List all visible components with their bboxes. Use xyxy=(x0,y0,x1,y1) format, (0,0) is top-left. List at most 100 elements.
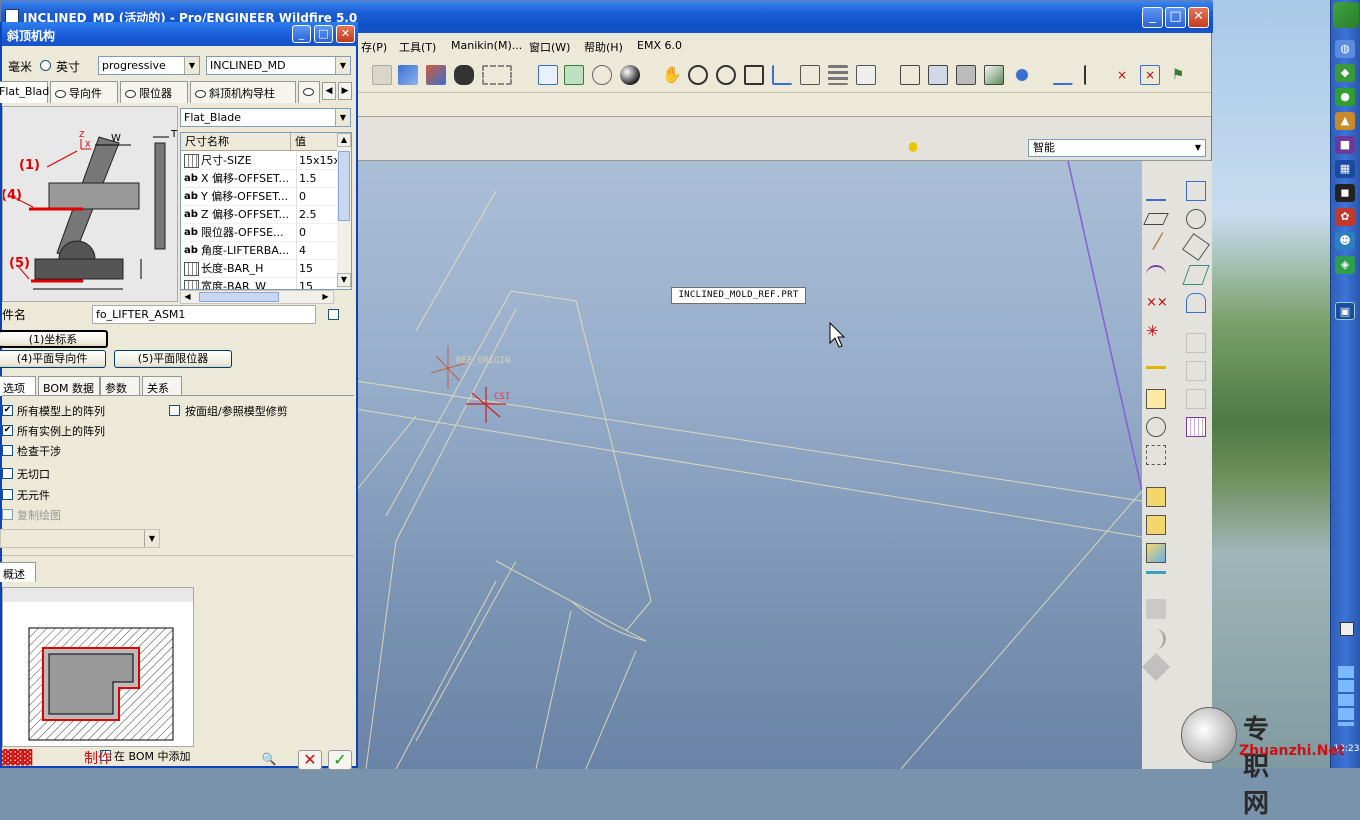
cancel-button[interactable]: ✕ xyxy=(298,750,322,770)
rib-icon[interactable] xyxy=(1146,543,1166,563)
zoom-in-icon[interactable] xyxy=(688,65,708,85)
intersect-icon[interactable] xyxy=(1186,333,1206,353)
unit-mm-label[interactable]: 毫米 xyxy=(8,58,32,75)
zoom-out-icon[interactable] xyxy=(716,65,736,85)
hscroll-thumb[interactable] xyxy=(199,292,279,302)
tab-scroll-right-button[interactable]: ▶ xyxy=(338,82,352,100)
unit-inch-label[interactable]: 英寸 xyxy=(56,58,80,75)
tray-mini-icons[interactable] xyxy=(1338,666,1354,726)
shading-sphere-icon[interactable] xyxy=(620,65,640,85)
dialog-maximize-button[interactable]: □ xyxy=(314,25,333,43)
param-value[interactable]: 0 xyxy=(296,188,338,206)
tab-flat-blade[interactable]: Flat_Blade xyxy=(0,81,56,103)
param-value[interactable]: 15 xyxy=(296,260,338,278)
option-checkbox[interactable] xyxy=(2,509,13,520)
menu-item-manikin[interactable]: Manikin(M)... xyxy=(451,39,522,52)
merge-icon[interactable] xyxy=(1186,209,1206,229)
csys-tool-icon[interactable]: ✳ xyxy=(1146,321,1166,341)
subtab-params[interactable]: 参数 xyxy=(100,376,140,396)
plane-limiter-button[interactable]: (5)平面限位器 xyxy=(114,350,232,368)
keyboard-icon[interactable] xyxy=(1340,622,1354,636)
task-proe-button[interactable]: ▣ xyxy=(1335,302,1355,320)
tab-scroll-left-button[interactable]: ◀ xyxy=(322,82,336,100)
model-name-tag[interactable]: INCLINED_MOLD_REF.PRT xyxy=(671,287,806,304)
table-row[interactable]: 尺寸-SIZE 15x15x xyxy=(181,152,339,170)
preview-icon[interactable]: 🔍 xyxy=(258,752,280,768)
mirror-icon[interactable] xyxy=(1141,652,1171,682)
tray-icon-1[interactable]: ◍ xyxy=(1335,40,1355,58)
dialog-minimize-button[interactable]: _ xyxy=(292,25,311,43)
minimize-button[interactable]: _ xyxy=(1142,7,1163,28)
tray-icon-9[interactable]: ◈ xyxy=(1335,256,1355,274)
sweep-icon[interactable] xyxy=(1146,445,1166,465)
pattern-icon[interactable] xyxy=(1186,417,1206,437)
graphics-window[interactable]: REF_ORIGIN CSI xyxy=(356,161,1142,769)
datum-plane-icon[interactable] xyxy=(1052,65,1080,85)
param-value[interactable]: 1.5 xyxy=(296,170,338,188)
shield-icon[interactable]: ◆ xyxy=(1335,64,1355,82)
saved-views-icon[interactable] xyxy=(800,65,820,85)
table-row[interactable]: ab 角度-LIFTERBA... 4 xyxy=(181,242,339,260)
col-header-value[interactable]: 值 xyxy=(291,133,339,151)
coord-system-button[interactable]: (1)坐标系 xyxy=(0,330,108,348)
point-tool-icon[interactable]: ×× xyxy=(1146,293,1168,313)
blade-type-select[interactable]: Flat_Blade ▼ xyxy=(180,108,351,127)
trim-icon[interactable] xyxy=(1182,233,1210,261)
revolve-icon[interactable] xyxy=(1146,417,1166,437)
switch-icon[interactable] xyxy=(398,65,418,85)
datum-point-icon[interactable]: × xyxy=(1112,65,1132,85)
param-value[interactable]: 0 xyxy=(296,224,338,242)
table-row[interactable]: 宽度-BAR_W 15 xyxy=(181,278,339,289)
close-button[interactable]: ✕ xyxy=(1188,7,1209,28)
plane-guide-button[interactable]: (4)平面导向件 xyxy=(0,350,106,368)
project-icon[interactable] xyxy=(1186,361,1206,381)
table-row[interactable]: ab 限位器-OFFSE... 0 xyxy=(181,224,339,242)
no-hidden-icon[interactable] xyxy=(956,65,976,85)
tab-limiter[interactable]: 限位器 xyxy=(120,81,188,103)
tray-icon-6[interactable]: ◼ xyxy=(1335,184,1355,202)
hidden-line-icon[interactable] xyxy=(928,65,948,85)
tray-icon-7[interactable]: ✿ xyxy=(1335,208,1355,226)
subtab-bom[interactable]: BOM 数据 xyxy=(38,376,100,396)
option-checkbox[interactable] xyxy=(2,468,13,479)
offset-icon[interactable] xyxy=(1182,265,1210,285)
select-box-icon[interactable] xyxy=(482,65,512,85)
draft-icon[interactable] xyxy=(1146,571,1166,591)
option-checkbox[interactable] xyxy=(2,489,13,500)
refit-icon[interactable] xyxy=(744,65,764,85)
tray-icon-3[interactable]: ▲ xyxy=(1335,112,1355,130)
menu-item-tools[interactable]: 工具(T) xyxy=(399,39,436,55)
plane-tool-icon[interactable] xyxy=(1143,213,1169,225)
sketch-view-icon[interactable] xyxy=(538,65,558,85)
table-row[interactable]: 长度-BAR_H 15 xyxy=(181,260,339,278)
tab-guide[interactable]: 导向件 xyxy=(50,81,118,103)
analysis-tool-icon[interactable] xyxy=(1146,349,1166,369)
menu-item-help[interactable]: 帮助(H) xyxy=(584,39,623,55)
curve-tool-icon[interactable] xyxy=(1146,265,1166,285)
csys-display-icon[interactable]: × xyxy=(1140,65,1160,85)
param-value[interactable]: 4 xyxy=(296,242,338,260)
subtab-description[interactable]: 概述 xyxy=(0,562,36,582)
param-value[interactable]: 15x15x xyxy=(296,152,338,170)
mode-select[interactable]: progressive ▼ xyxy=(98,56,200,75)
extrude-icon[interactable] xyxy=(1146,389,1166,409)
tray-icon-2[interactable]: ● xyxy=(1335,88,1355,106)
table-row[interactable]: ab Y 偏移-OFFSET... 0 xyxy=(181,188,339,206)
option-checkbox[interactable] xyxy=(2,445,13,456)
maximize-button[interactable]: □ xyxy=(1165,7,1186,28)
find-icon[interactable] xyxy=(454,65,474,85)
relations-icon[interactable] xyxy=(426,65,446,85)
axis-tool-icon[interactable] xyxy=(1152,232,1180,260)
tab-lifter-guide-post[interactable]: 斜顶机构导柱 xyxy=(190,81,296,103)
annotation-icon[interactable]: ⚑ xyxy=(1168,65,1188,85)
round-icon[interactable] xyxy=(1146,599,1166,619)
tray-icon-8[interactable]: ☻ xyxy=(1335,232,1355,250)
table-row[interactable]: ab X 偏移-OFFSET... 1.5 xyxy=(181,170,339,188)
layers-icon[interactable] xyxy=(828,65,848,85)
appearance-icon[interactable] xyxy=(1012,65,1032,85)
menu-item-file[interactable]: 存(P) xyxy=(361,39,387,55)
table-hscrollbar[interactable]: ◀ ▶ xyxy=(180,290,334,304)
param-value[interactable]: 2.5 xyxy=(296,206,338,224)
scroll-thumb[interactable] xyxy=(338,151,350,221)
trim-checkbox[interactable] xyxy=(169,405,180,416)
